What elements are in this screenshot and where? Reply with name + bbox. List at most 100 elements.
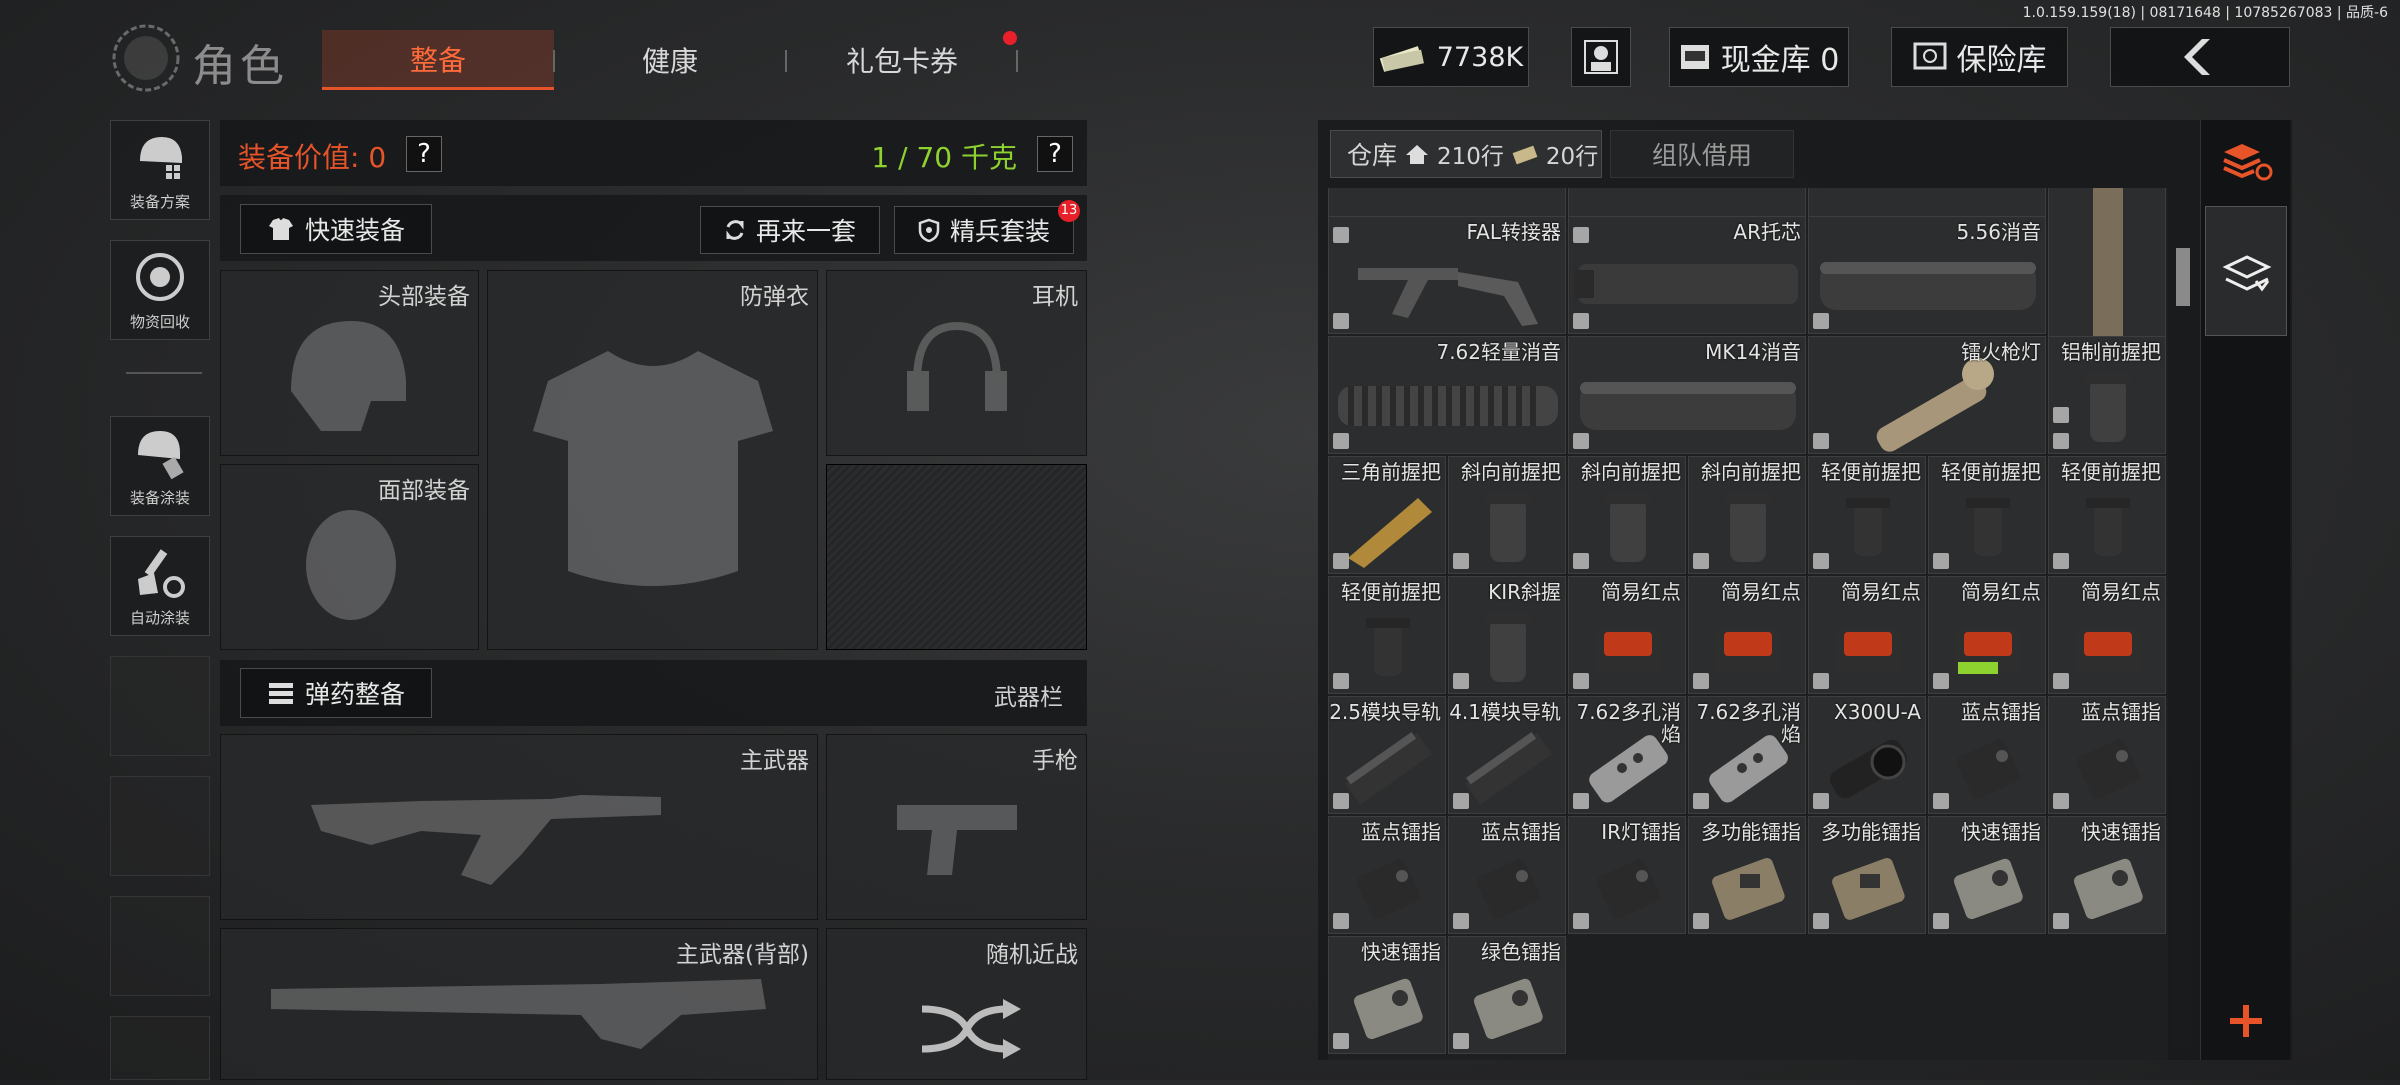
item-name: 快速镭指 xyxy=(2081,820,2161,844)
shirt-icon xyxy=(268,218,293,240)
back-button[interactable] xyxy=(2110,27,2290,87)
sidebar-supply-recycle[interactable]: 物资回收 xyxy=(110,240,210,340)
inventory-item[interactable]: AR托芯 xyxy=(1568,216,1806,334)
sidebar-loadout-plan[interactable]: 装备方案 xyxy=(110,120,210,220)
inventory-item[interactable]: 铝制前握把 xyxy=(2048,336,2166,454)
item-name: 简易红点 xyxy=(1961,580,2041,604)
box-icon xyxy=(2053,673,2069,689)
item-name: KIR斜握 xyxy=(1488,580,1561,604)
inventory-item[interactable]: 轻便前握把 xyxy=(1808,456,1926,574)
sidebar-auto-paint[interactable]: 自动涂装 xyxy=(110,536,210,636)
recycle-icon xyxy=(136,253,184,301)
slot-face[interactable]: 面部装备 xyxy=(220,464,479,650)
sidebar-empty-slot xyxy=(110,656,210,756)
slot-primary-weapon[interactable]: 主武器 xyxy=(220,734,818,920)
box-icon xyxy=(1573,673,1589,689)
vest-silhouette-icon xyxy=(533,351,773,586)
inventory-item[interactable]: 轻便前握把 xyxy=(1928,456,2046,574)
box-icon xyxy=(1813,313,1829,329)
inventory-item[interactable]: 5.56消音 xyxy=(1808,216,2046,334)
slot-head[interactable]: 头部装备 xyxy=(220,270,479,456)
inventory-item[interactable]: 蓝点镭指 xyxy=(2048,696,2166,814)
inventory-item[interactable]: 快速镭指 xyxy=(1928,816,2046,934)
inventory-item[interactable]: 简易红点 xyxy=(1808,576,1926,694)
inventory-item[interactable]: 7.62多孔消焰 xyxy=(1568,696,1686,814)
tab-warehouse[interactable]: 仓库 210行 20行 xyxy=(1330,130,1602,178)
refresh-icon xyxy=(726,220,744,240)
inventory-item[interactable]: 7.62多孔消焰 xyxy=(1688,696,1806,814)
inventory-item[interactable]: FAL转接器 xyxy=(1328,216,1566,334)
inventory-item[interactable]: 多功能镭指 xyxy=(1808,816,1926,934)
sidebar-label: 自动涂装 xyxy=(129,609,190,627)
weight-help-button[interactable]: ? xyxy=(1037,136,1073,172)
box-icon xyxy=(1453,793,1469,809)
slot-pistol[interactable]: 手枪 xyxy=(826,734,1087,920)
inventory-item[interactable]: 简易红点 xyxy=(2048,576,2166,694)
back-arrow-icon xyxy=(2184,39,2210,75)
inventory-item[interactable]: 蓝点镭指 xyxy=(1928,696,2046,814)
inventory-item[interactable]: KIR斜握 xyxy=(1448,576,1566,694)
inventory-item[interactable]: 三角前握把 xyxy=(1328,456,1446,574)
tab-equip-label: 整备 xyxy=(409,43,466,77)
inventory-item[interactable]: MK14消音 xyxy=(1568,336,1806,454)
agent-profile-button[interactable] xyxy=(1571,27,1631,87)
header-logo xyxy=(110,22,182,94)
inventory-item[interactable]: 镭火枪灯 xyxy=(1808,336,2046,454)
inventory-item[interactable]: X300U-A xyxy=(1808,696,1926,814)
scrollbar-thumb[interactable] xyxy=(2176,248,2190,306)
cash-vault-button[interactable]: 现金库 0 xyxy=(1669,27,1849,87)
inventory-item[interactable]: 多功能镭指 xyxy=(1688,816,1806,934)
safe-box-button[interactable]: 保险库 xyxy=(1891,27,2068,87)
tab-team-borrow[interactable]: 组队借用 xyxy=(1610,130,1794,178)
inventory-item[interactable]: 2.5模块导轨 xyxy=(1328,696,1446,814)
box-icon xyxy=(1933,553,1949,569)
inventory-item[interactable]: IR灯镭指 xyxy=(1568,816,1686,934)
box-icon xyxy=(1573,913,1589,929)
reroll-button[interactable]: 再来一套 xyxy=(700,206,880,254)
tab-gift-cards[interactable]: 礼包卡券 xyxy=(787,30,1017,90)
inventory-item[interactable]: 蓝点镭指 xyxy=(1328,816,1446,934)
equipment-value: 装备价值: 0 xyxy=(238,141,387,174)
slot-armor[interactable]: 防弹衣 xyxy=(487,270,818,650)
currency-display[interactable]: 7738K xyxy=(1373,27,1529,87)
inventory-item[interactable]: 轻便前握把 xyxy=(1328,576,1446,694)
slot-primary-back[interactable]: 主武器(背部) xyxy=(220,928,818,1080)
tab-equip[interactable]: 整备 xyxy=(322,30,554,90)
inventory-item[interactable]: 7.62轻量消音 xyxy=(1328,336,1566,454)
inventory-item[interactable]: 蓝点镭指 xyxy=(1448,816,1566,934)
inventory-item[interactable]: 斜向前握把 xyxy=(1568,456,1686,574)
value-help-button[interactable]: ? xyxy=(406,136,442,172)
item-name: 蓝点镭指 xyxy=(1361,820,1441,844)
agent-avatar-icon xyxy=(1584,40,1618,74)
inventory-item[interactable]: 轻便前握把 xyxy=(2048,456,2166,574)
sidebar-equip-paint[interactable]: 装备涂装 xyxy=(110,416,210,516)
elite-kit-button[interactable]: 精兵套装 xyxy=(894,206,1074,254)
tab-team-borrow-label: 组队借用 xyxy=(1651,141,1752,170)
slot-melee[interactable]: 随机近战 xyxy=(826,928,1087,1080)
tab-health[interactable]: 健康 xyxy=(555,30,785,90)
inventory-item[interactable]: 简易红点 xyxy=(1688,576,1806,694)
quick-equip-button[interactable]: 快速装备 xyxy=(240,204,432,254)
box-icon xyxy=(1693,673,1709,689)
slot-headset[interactable]: 耳机 xyxy=(826,270,1087,456)
item-name: 绿色镭指 xyxy=(1481,940,1561,964)
sidebar-empty-slot xyxy=(110,776,210,876)
inventory-item[interactable]: 快速镭指 xyxy=(1328,936,1446,1054)
inventory-item[interactable]: 简易红点 xyxy=(1568,576,1686,694)
item-name: 轻便前握把 xyxy=(2061,460,2161,484)
sort-button[interactable] xyxy=(2210,124,2282,196)
ammo-prep-button[interactable]: 弹药整备 xyxy=(240,668,432,718)
add-row-button[interactable] xyxy=(2205,988,2287,1054)
item-name: 快速镭指 xyxy=(1961,820,2041,844)
plus-icon xyxy=(2230,1005,2262,1037)
inventory-item[interactable]: 绿色镭指 xyxy=(1448,936,1566,1054)
inventory-scrollbar[interactable] xyxy=(2174,188,2192,1048)
inventory-item[interactable]: 斜向前握把 xyxy=(1688,456,1806,574)
inventory-item[interactable]: 4.1模块导轨 xyxy=(1448,696,1566,814)
quick-store-button[interactable] xyxy=(2205,206,2287,336)
inventory-item[interactable]: 快速镭指 xyxy=(2048,816,2166,934)
item-name: 蓝点镭指 xyxy=(1481,820,1561,844)
item-name: 斜向前握把 xyxy=(1581,460,1681,484)
inventory-item[interactable]: 斜向前握把 xyxy=(1448,456,1566,574)
inventory-item[interactable]: 简易红点 xyxy=(1928,576,2046,694)
